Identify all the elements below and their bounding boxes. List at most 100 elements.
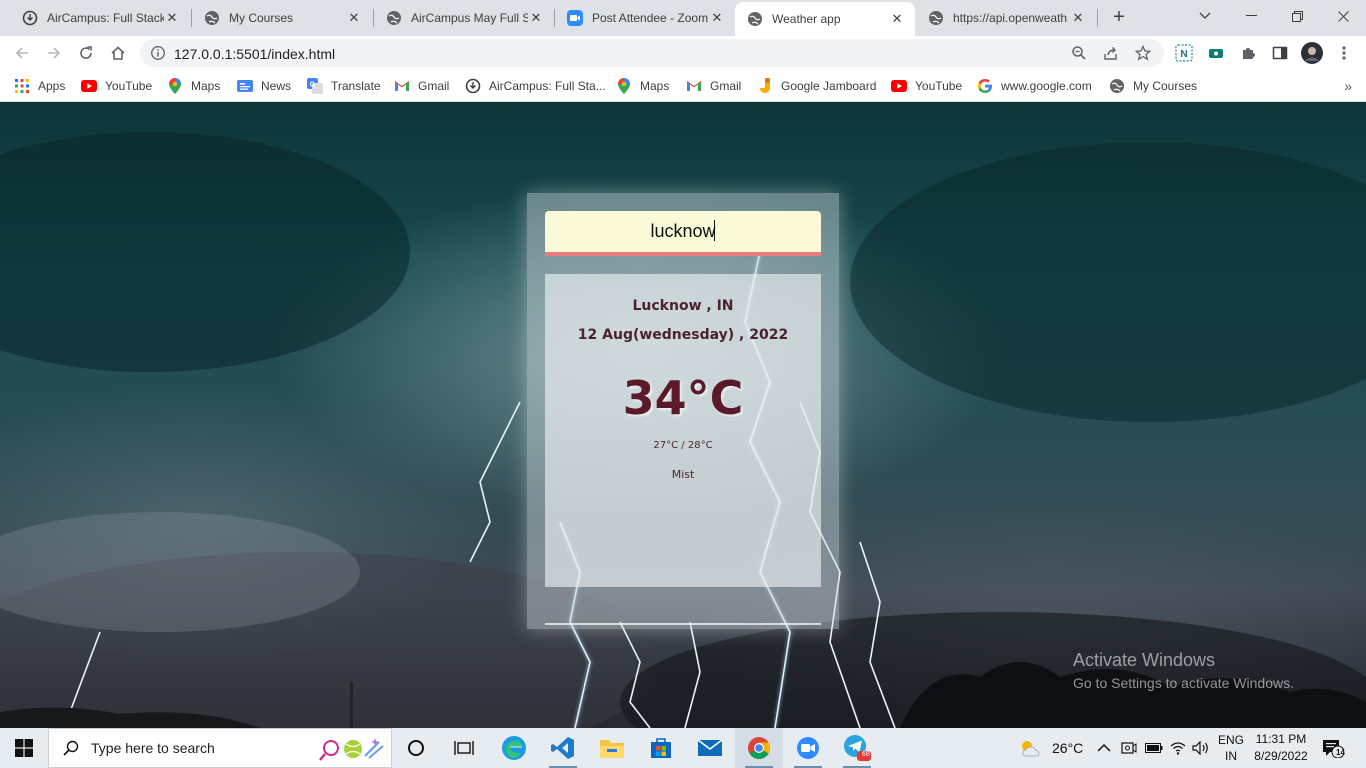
new-tab-button[interactable]: + bbox=[1108, 6, 1130, 28]
forward-button[interactable] bbox=[41, 40, 67, 66]
site-info-icon[interactable] bbox=[150, 45, 166, 61]
edge-icon[interactable] bbox=[490, 728, 538, 768]
battery-icon[interactable] bbox=[1145, 728, 1163, 768]
bookmark-maps[interactable]: Maps bbox=[616, 76, 669, 96]
bookmark-news[interactable]: News bbox=[237, 76, 291, 96]
city-search-input[interactable] bbox=[545, 211, 821, 256]
restore-button[interactable] bbox=[1274, 0, 1320, 32]
tab-weather-app[interactable]: Weather app ✕ bbox=[735, 2, 915, 36]
bookmarks-overflow-icon[interactable]: » bbox=[1344, 78, 1352, 94]
weather-description: Mist bbox=[671, 468, 695, 481]
bookmark-youtube[interactable]: YouTube bbox=[81, 76, 152, 96]
bookmark-label: Maps bbox=[191, 79, 221, 93]
tab-title: My Courses bbox=[229, 11, 294, 25]
clock-time: 11:31 PM bbox=[1255, 732, 1307, 746]
bookmark-label: News bbox=[261, 79, 292, 93]
tab-search-icon[interactable] bbox=[1182, 0, 1228, 32]
close-icon[interactable]: ✕ bbox=[889, 11, 905, 27]
profile-avatar[interactable] bbox=[1299, 40, 1325, 66]
cortana-icon[interactable] bbox=[392, 728, 440, 768]
bookmark-gmail[interactable]: Gmail bbox=[394, 76, 449, 96]
reload-button[interactable] bbox=[73, 40, 99, 66]
tab-aircampus-full-stack[interactable]: AirCampus: Full Stack ✕ bbox=[10, 2, 190, 34]
address-bar[interactable]: 127.0.0.1:5501/index.html bbox=[140, 39, 1164, 67]
show-hidden-icons-icon[interactable] bbox=[1097, 728, 1111, 768]
home-button[interactable] bbox=[105, 40, 131, 66]
close-icon[interactable]: ✕ bbox=[709, 10, 725, 26]
text-caret bbox=[714, 220, 715, 241]
tab-api-openweather[interactable]: https://api.openweath ✕ bbox=[916, 2, 1096, 34]
bookmark-aircampus[interactable]: AirCampus: Full Sta... bbox=[465, 76, 606, 96]
bookmark-translate[interactable]: G Translate bbox=[307, 76, 381, 96]
bookmark-google[interactable]: www.google.com bbox=[977, 76, 1092, 96]
bookmark-youtube[interactable]: YouTube bbox=[891, 76, 962, 96]
city-name: Lucknow , IN bbox=[632, 298, 734, 314]
share-icon[interactable] bbox=[1102, 44, 1120, 62]
mail-icon[interactable] bbox=[686, 728, 734, 768]
bookmark-maps[interactable]: Maps bbox=[167, 76, 220, 96]
bookmark-label: www.google.com bbox=[1001, 79, 1092, 93]
globe-icon bbox=[204, 10, 220, 26]
bookmark-apps[interactable]: Apps bbox=[14, 76, 65, 96]
close-icon[interactable]: ✕ bbox=[164, 10, 180, 26]
google-icon bbox=[977, 78, 993, 94]
bookmark-label: YouTube bbox=[105, 79, 153, 93]
meet-now-icon[interactable] bbox=[1121, 728, 1137, 768]
tab-title: https://api.openweath bbox=[953, 11, 1068, 25]
bookmark-label: Maps bbox=[640, 79, 670, 93]
close-icon[interactable]: ✕ bbox=[346, 10, 362, 26]
close-icon[interactable]: ✕ bbox=[1070, 10, 1086, 26]
zoom-app-icon[interactable] bbox=[784, 728, 832, 768]
close-icon[interactable]: ✕ bbox=[528, 10, 544, 26]
chrome-icon[interactable] bbox=[735, 728, 783, 768]
tab-title: Post Attendee - Zoom bbox=[592, 11, 709, 25]
weather-widget[interactable]: 26°C bbox=[1018, 728, 1083, 768]
activate-windows-watermark: Activate Windows Go to Settings to activ… bbox=[1073, 650, 1294, 691]
address-url[interactable]: 127.0.0.1:5501/index.html bbox=[174, 46, 335, 62]
tab-my-courses[interactable]: My Courses ✕ bbox=[192, 2, 372, 34]
gmail-icon bbox=[686, 78, 702, 94]
close-window-button[interactable] bbox=[1320, 0, 1366, 32]
translate-icon: G bbox=[307, 78, 323, 94]
bookmark-my-courses[interactable]: My Courses bbox=[1109, 76, 1197, 96]
volume-icon[interactable] bbox=[1192, 728, 1210, 768]
side-panel-icon[interactable] bbox=[1267, 40, 1293, 66]
microsoft-store-icon[interactable] bbox=[637, 728, 685, 768]
bookmarks-bar: Apps YouTube Maps News G Translate Gmail bbox=[0, 70, 1366, 102]
wifi-icon[interactable] bbox=[1170, 728, 1186, 768]
vscode-icon[interactable] bbox=[539, 728, 587, 768]
card-divider bbox=[545, 623, 821, 625]
extension-n-icon[interactable]: N bbox=[1171, 40, 1197, 66]
zoom-magnifier-icon[interactable] bbox=[1070, 44, 1088, 62]
start-button[interactable] bbox=[0, 728, 48, 768]
telegram-icon[interactable]: 68 bbox=[833, 728, 881, 768]
youtube-icon bbox=[81, 78, 97, 94]
bookmark-star-icon[interactable] bbox=[1134, 44, 1152, 62]
minimize-button[interactable] bbox=[1228, 0, 1274, 32]
extension-meet-icon[interactable] bbox=[1203, 40, 1229, 66]
tab-post-attendee-zoom[interactable]: Post Attendee - Zoom ✕ bbox=[555, 2, 735, 34]
notification-center-icon[interactable]: 14 bbox=[1322, 728, 1345, 768]
chrome-menu-icon[interactable] bbox=[1331, 40, 1357, 66]
jamboard-icon bbox=[757, 78, 773, 94]
bookmark-jamboard[interactable]: Google Jamboard bbox=[757, 76, 876, 96]
watermark-title: Activate Windows bbox=[1073, 650, 1216, 670]
zoom-icon bbox=[567, 10, 583, 26]
youtube-icon bbox=[891, 78, 907, 94]
task-view-icon[interactable] bbox=[440, 728, 488, 768]
back-button[interactable] bbox=[9, 40, 35, 66]
tab-strip: AirCampus: Full Stack ✕ My Courses ✕ Air… bbox=[0, 0, 1366, 36]
taskbar-search-box[interactable]: Type here to search bbox=[48, 728, 392, 768]
google-news-icon bbox=[237, 78, 253, 94]
file-explorer-icon[interactable] bbox=[588, 728, 636, 768]
watermark-subtitle: Go to Settings to activate Windows. bbox=[1073, 675, 1294, 691]
bookmark-gmail[interactable]: Gmail bbox=[686, 76, 741, 96]
extensions-puzzle-icon[interactable] bbox=[1235, 40, 1261, 66]
input-language-indicator[interactable]: ENG IN bbox=[1214, 732, 1248, 764]
weather-card: Lucknow , IN 12 Aug(wednesday) , 2022 34… bbox=[527, 193, 839, 629]
clock-date: 8/29/2022 bbox=[1254, 749, 1308, 763]
bookmark-label: YouTube bbox=[915, 79, 963, 93]
taskbar-clock[interactable]: 11:31 PM 8/29/2022 bbox=[1252, 731, 1310, 765]
tab-aircampus-may[interactable]: AirCampus May Full S ✕ bbox=[374, 2, 554, 34]
bookmark-label: Translate bbox=[331, 79, 381, 93]
